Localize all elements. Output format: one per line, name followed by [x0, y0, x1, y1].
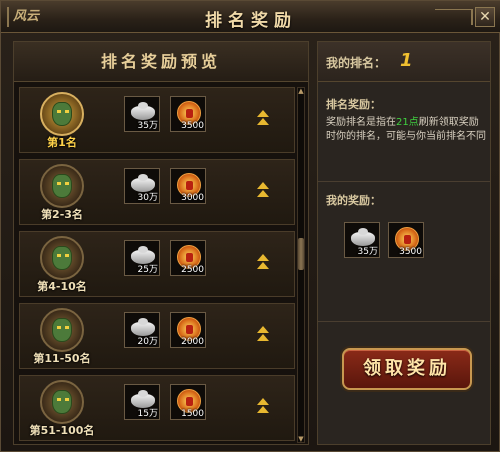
rank-label: 第11-50名	[33, 352, 91, 365]
window-title: 排名奖励	[205, 11, 297, 31]
rank-label: 第1名	[47, 136, 77, 149]
warrior-face-icon	[52, 102, 72, 126]
medal-count: 3000	[181, 193, 204, 203]
silver-count: 35万	[137, 121, 158, 131]
silver-reward[interactable]: 35万	[124, 96, 160, 132]
silver-count: 15万	[137, 409, 158, 419]
reward-preview-list: 第1名 35万 3500 第2-3名 30万 3000 第4-10名 25万 2500 第11-5…	[19, 87, 295, 443]
medal-count: 2500	[181, 265, 204, 275]
rule-text-before: 奖励排名是指在	[326, 117, 396, 128]
reward-row: 第51-100名 15万 1500	[19, 375, 295, 441]
silver-reward[interactable]: 25万	[124, 240, 160, 276]
medal-reward[interactable]: 1500	[170, 384, 206, 420]
medal-reward[interactable]: 3000	[170, 168, 206, 204]
warrior-face-icon	[52, 174, 72, 198]
warrior-face-icon	[52, 390, 72, 414]
rank-emblem-icon	[40, 380, 84, 424]
medal-count: 1500	[181, 409, 204, 419]
title-ornament	[435, 9, 473, 25]
medal-reward[interactable]: 2500	[170, 240, 206, 276]
rank-label: 第2-3名	[41, 208, 83, 221]
reward-row: 第11-50名 20万 2000	[19, 303, 295, 369]
medal-reward[interactable]: 3500	[170, 96, 206, 132]
preview-scrollbar[interactable]: ▲ ▼	[297, 87, 305, 443]
claim-reward-button[interactable]: 领取奖励	[342, 348, 472, 390]
silver-count: 20万	[137, 337, 158, 347]
rank-emblem-icon	[40, 164, 84, 208]
rank-label: 第51-100名	[29, 424, 95, 437]
reward-silver-count: 35万	[357, 247, 378, 257]
my-reward-title: 我的奖励：	[326, 194, 381, 207]
double-chevron-up-icon[interactable]	[256, 398, 270, 420]
rank-emblem-icon	[40, 236, 84, 280]
close-button[interactable]: ✕	[475, 7, 495, 27]
my-ranking-panel: 我的排名： 1 排名奖励： 奖励排名是指在21点刷新领取奖励时你的排名，可能与你…	[317, 41, 491, 445]
double-chevron-up-icon[interactable]	[256, 182, 270, 204]
my-rank-label: 我的排名：	[326, 56, 387, 70]
reward-row: 第1名 35万 3500	[19, 87, 295, 153]
ranking-reward-window: 风云 排名奖励 ✕ 排名奖励预览 第1名 35万 3500 第2-3名 30万 3000 第…	[0, 0, 500, 452]
medal-count: 2000	[181, 337, 204, 347]
double-chevron-up-icon[interactable]	[256, 254, 270, 276]
refresh-time: 21点	[396, 117, 419, 128]
rank-label: 第4-10名	[37, 280, 87, 293]
silver-reward[interactable]: 30万	[124, 168, 160, 204]
rank-emblem-icon	[40, 308, 84, 352]
scroll-up-arrow-icon[interactable]: ▲	[297, 87, 305, 95]
medal-count: 3500	[181, 121, 204, 131]
warrior-face-icon	[52, 246, 72, 270]
scroll-thumb[interactable]	[298, 238, 304, 270]
reward-row: 第2-3名 30万 3000	[19, 159, 295, 225]
my-rank-value: 1	[400, 50, 413, 71]
title-bar: 风云 排名奖励 ✕	[1, 1, 500, 33]
silver-count: 30万	[137, 193, 158, 203]
warrior-face-icon	[52, 318, 72, 342]
reward-row: 第4-10名 25万 2500	[19, 231, 295, 297]
double-chevron-up-icon[interactable]	[256, 110, 270, 132]
my-reward-silver[interactable]: 35万	[344, 222, 380, 258]
rule-title: 排名奖励：	[326, 98, 381, 111]
double-chevron-up-icon[interactable]	[256, 326, 270, 348]
rank-emblem-icon	[40, 92, 84, 136]
my-rank-row: 我的排名： 1	[318, 42, 490, 82]
my-reward-medal[interactable]: 3500	[388, 222, 424, 258]
silver-count: 25万	[137, 265, 158, 275]
scroll-down-arrow-icon[interactable]: ▼	[297, 435, 305, 443]
medal-reward[interactable]: 2000	[170, 312, 206, 348]
silver-reward[interactable]: 20万	[124, 312, 160, 348]
rule-description: 奖励排名是指在21点刷新领取奖励时你的排名，可能与你当前排名不同	[326, 116, 486, 144]
reward-medal-count: 3500	[399, 247, 422, 257]
silver-reward[interactable]: 15万	[124, 384, 160, 420]
preview-title: 排名奖励预览	[14, 42, 308, 82]
